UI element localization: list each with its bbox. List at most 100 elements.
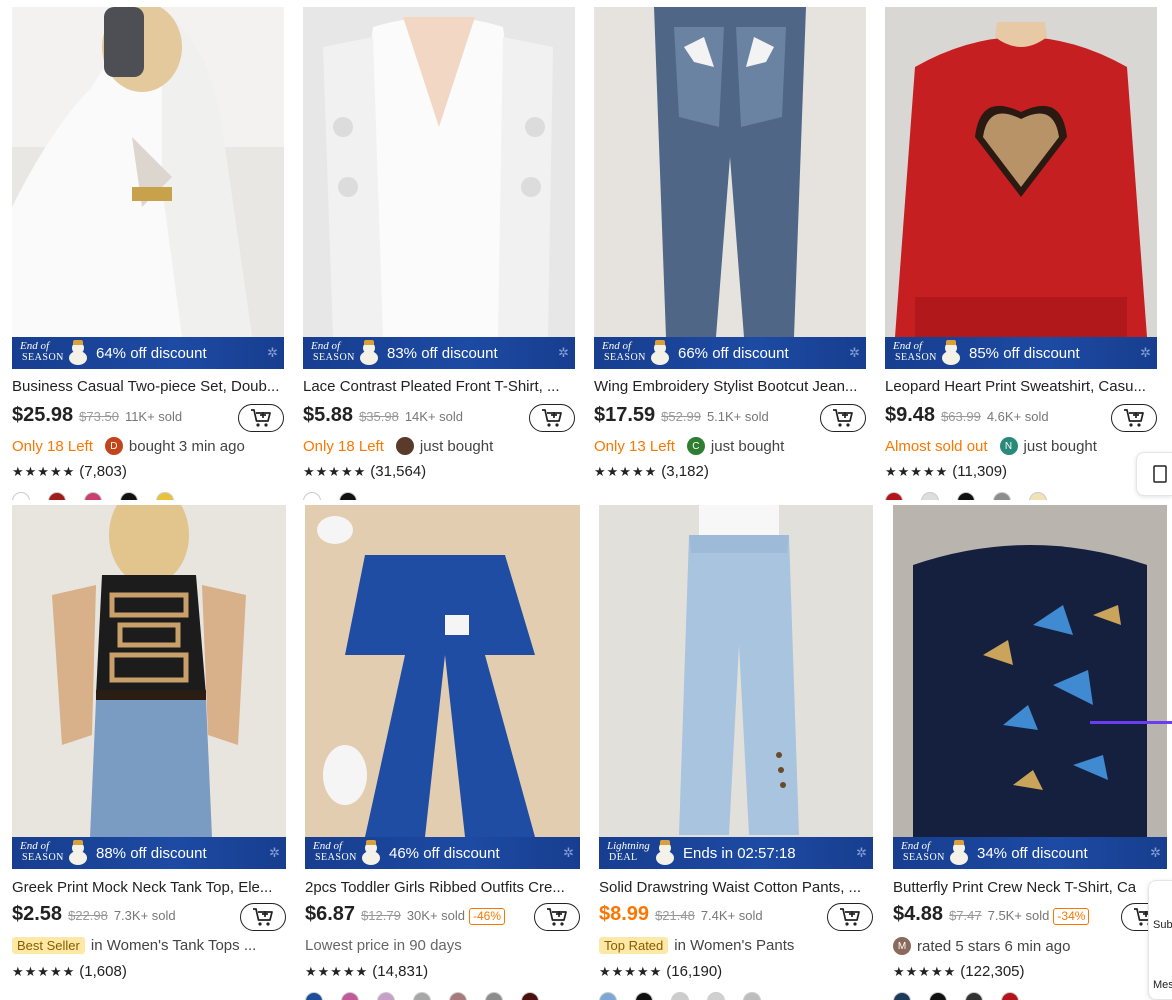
- add-to-cart-button[interactable]: [529, 404, 575, 432]
- logo-line1: End of: [901, 840, 931, 852]
- product-card[interactable]: End of SEASON 46% off discount ✲ 2pcs Toddl…: [305, 505, 580, 1000]
- color-swatch[interactable]: [885, 492, 903, 500]
- color-swatch[interactable]: [707, 992, 725, 1000]
- color-swatch[interactable]: [48, 492, 66, 500]
- color-swatch[interactable]: [993, 492, 1011, 500]
- product-title[interactable]: Lace Contrast Pleated Front T-Shirt, ...: [303, 378, 575, 395]
- product-image[interactable]: [303, 7, 575, 337]
- original-price: $73.50: [79, 409, 119, 424]
- product-image[interactable]: [12, 505, 286, 837]
- stock-warning: Almost sold out: [885, 437, 988, 455]
- product-card[interactable]: End of SEASON 83% off discount ✲ Lace Contr…: [303, 7, 575, 500]
- color-swatch[interactable]: [521, 992, 539, 1000]
- product-card[interactable]: End of SEASON 66% off discount ✲ Wing Embro…: [594, 7, 866, 497]
- add-to-cart-button[interactable]: [827, 903, 873, 931]
- color-swatches[interactable]: [893, 992, 1019, 1000]
- color-swatch[interactable]: [377, 992, 395, 1000]
- price: $9.48: [885, 404, 936, 426]
- price: $5.88: [303, 404, 354, 426]
- price-row: $25.98 $73.50 11K+ sold: [12, 404, 182, 434]
- product-title[interactable]: 2pcs Toddler Girls Ribbed Outfits Cre...: [305, 879, 580, 896]
- rating: ★★★★★ (1,608): [12, 963, 127, 980]
- product-title[interactable]: Wing Embroidery Stylist Bootcut Jean...: [594, 378, 866, 395]
- add-to-cart-button[interactable]: [240, 903, 286, 931]
- product-title[interactable]: Solid Drawstring Waist Cotton Pants, ...: [599, 879, 873, 896]
- price: $17.59: [594, 404, 656, 426]
- color-swatches[interactable]: [303, 492, 357, 500]
- color-swatch[interactable]: [599, 992, 617, 1000]
- color-swatches[interactable]: [305, 992, 539, 1000]
- color-swatch[interactable]: [156, 492, 174, 500]
- product-title[interactable]: Greek Print Mock Neck Tank Top, Ele...: [12, 879, 286, 896]
- product-card[interactable]: End of SEASON 64% off discount ✲ Business C…: [12, 7, 284, 500]
- original-price: $22.98: [68, 908, 108, 923]
- color-swatch[interactable]: [413, 992, 431, 1000]
- color-swatches[interactable]: [885, 492, 1047, 500]
- product-title[interactable]: Leopard Heart Print Sweatshirt, Casu...: [885, 378, 1157, 395]
- product-card[interactable]: Lightning DEAL Ends in 02:57:18 ✲ Solid Dra…: [599, 505, 873, 1000]
- social-proof-text: just bought: [710, 437, 785, 455]
- discount-percent-badge: -46%: [469, 908, 506, 925]
- product-title[interactable]: Butterfly Print Crew Neck T-Shirt, Ca: [893, 879, 1167, 896]
- sold-count: 7.5K+ sold: [987, 908, 1050, 923]
- add-to-cart-button[interactable]: [820, 404, 866, 432]
- product-card[interactable]: End of SEASON 85% off discount ✲ Leopard He…: [885, 7, 1157, 500]
- color-swatch[interactable]: [449, 992, 467, 1000]
- color-swatches[interactable]: [599, 992, 761, 1000]
- color-swatch[interactable]: [1001, 992, 1019, 1000]
- product-image[interactable]: [12, 7, 284, 337]
- product-image[interactable]: [599, 505, 873, 837]
- color-swatch[interactable]: [485, 992, 503, 1000]
- discount-banner: End of SEASON 46% off discount ✲: [305, 837, 580, 869]
- review-count: (11,309): [952, 463, 1008, 480]
- side-chat-widget[interactable]: Sub Mes: [1148, 880, 1172, 1000]
- color-swatch[interactable]: [339, 492, 357, 500]
- product-image[interactable]: [594, 7, 866, 337]
- product-image[interactable]: [893, 505, 1167, 837]
- side-cart-widget[interactable]: [1136, 452, 1172, 496]
- add-to-cart-button[interactable]: [534, 903, 580, 931]
- color-swatch[interactable]: [965, 992, 983, 1000]
- color-swatch[interactable]: [921, 492, 939, 500]
- star-rating-icons: ★★★★★: [12, 464, 76, 479]
- add-to-cart-icon: [840, 908, 860, 926]
- color-swatches[interactable]: [12, 492, 174, 500]
- color-swatch[interactable]: [893, 992, 911, 1000]
- review-count: (3,182): [661, 463, 709, 480]
- stock-social-line: Only 13 Left Cjust bought: [594, 437, 784, 455]
- color-swatch[interactable]: [929, 992, 947, 1000]
- stock-social-line: Only 18 Left just bought: [303, 437, 493, 455]
- color-swatch[interactable]: [671, 992, 689, 1000]
- color-swatch[interactable]: [743, 992, 761, 1000]
- add-to-cart-icon: [833, 409, 853, 427]
- rating: ★★★★★ (11,309): [885, 463, 1007, 480]
- add-to-cart-button[interactable]: [1111, 404, 1157, 432]
- end-of-season-logo: End of SEASON: [305, 837, 361, 869]
- product-card[interactable]: End of SEASON 34% off discount ✲ Butterfly …: [893, 505, 1167, 1000]
- color-swatch[interactable]: [120, 492, 138, 500]
- countdown-text: Ends in 02:57:18: [683, 844, 796, 862]
- star-rating-icons: ★★★★★: [12, 964, 76, 979]
- product-image[interactable]: [885, 7, 1157, 337]
- color-swatch[interactable]: [303, 492, 321, 500]
- logo-line1: End of: [20, 840, 50, 852]
- sub-label: Sub: [1153, 919, 1172, 931]
- product-image[interactable]: [305, 505, 580, 837]
- product-card[interactable]: End of SEASON 88% off discount ✲ Greek Prin…: [12, 505, 286, 1000]
- color-swatch[interactable]: [1029, 492, 1047, 500]
- color-swatch[interactable]: [305, 992, 323, 1000]
- price: $4.88: [893, 903, 944, 925]
- add-to-cart-button[interactable]: [238, 404, 284, 432]
- color-swatch[interactable]: [12, 492, 30, 500]
- rating: ★★★★★ (14,831): [305, 963, 428, 980]
- snowman-icon: [361, 840, 381, 866]
- color-swatch[interactable]: [635, 992, 653, 1000]
- stock-warning: Only 18 Left: [12, 437, 93, 455]
- color-swatch[interactable]: [84, 492, 102, 500]
- rating: ★★★★★ (31,564): [303, 463, 426, 480]
- stock-social-line: Almost sold out Njust bought: [885, 437, 1097, 455]
- color-swatch[interactable]: [341, 992, 359, 1000]
- discount-banner: End of SEASON 88% off discount ✲: [12, 837, 286, 869]
- product-title[interactable]: Business Casual Two-piece Set, Doub...: [12, 378, 284, 395]
- color-swatch[interactable]: [957, 492, 975, 500]
